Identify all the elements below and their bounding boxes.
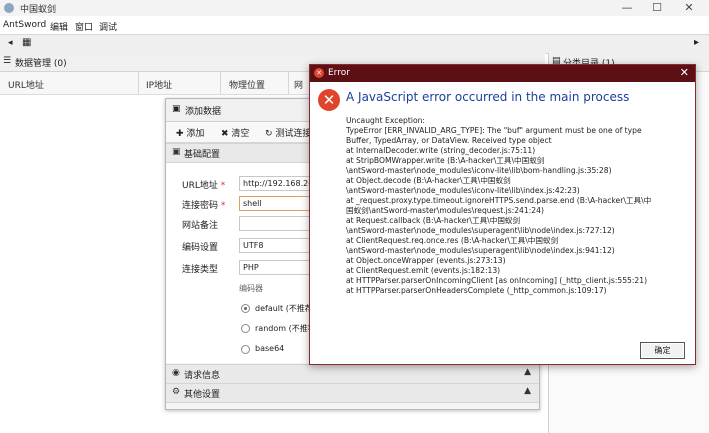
col-note[interactable]: 网 — [294, 78, 303, 91]
minimize-button[interactable]: — — [612, 0, 642, 16]
col-url[interactable]: URL地址 — [8, 78, 44, 91]
clear-icon: ✖ — [221, 129, 229, 139]
add-button[interactable]: ✚ 添加 — [176, 126, 204, 139]
tab-right-arrow-icon[interactable]: ▸ — [694, 37, 699, 48]
encoder-random-radio[interactable] — [241, 324, 250, 333]
encoder-base64-radio[interactable] — [241, 345, 250, 354]
error-line: at Request.callback (B:\A-hacker\工具\中国蚁剑 — [346, 216, 521, 225]
error-line: at ClientRequest.emit (events.js:182:13) — [346, 266, 501, 275]
add-button-label: 添加 — [186, 129, 205, 139]
col-divider — [138, 72, 139, 94]
error-line: at _request.proxy.type.timeout.ignoreHTT… — [346, 196, 652, 205]
menu-antsword[interactable]: AntSword — [3, 20, 46, 30]
basic-config-label: 基础配置 — [184, 150, 221, 160]
error-heading: A JavaScript error occurred in the main … — [346, 90, 630, 104]
encoder-default-radio[interactable] — [241, 304, 250, 313]
type-label: 连接类型 — [182, 265, 219, 275]
tab-left-arrow-icon[interactable]: ◂ — [8, 38, 13, 48]
tab-bar: ◂ ▦ ▸ — [0, 34, 709, 54]
error-small-icon: ✕ — [314, 68, 324, 78]
chevron-up-icon: ▲ — [524, 386, 531, 396]
window-titlebar: 中国蚁剑 — ☐ ✕ — [0, 0, 709, 16]
request-icon: ◉ — [172, 368, 180, 378]
password-label: 连接密码 * — [182, 201, 226, 211]
error-line: at ClientRequest.req.once.res (B:\A-hack… — [346, 236, 559, 245]
config-icon: ▣ — [172, 147, 181, 157]
plus-icon: ✚ — [176, 129, 184, 139]
test-connection-button[interactable]: ↻ 测试连接 — [265, 126, 311, 139]
request-info-label: 请求信息 — [184, 371, 221, 381]
maximize-button[interactable]: ☐ — [642, 0, 672, 16]
encoder-base64-label: base64 — [255, 344, 285, 353]
window-icon: ▣ — [172, 104, 181, 114]
clear-button-label: 清空 — [231, 129, 250, 139]
error-line: TypeError [ERR_INVALID_ARG_TYPE]: The "b… — [346, 126, 642, 135]
add-dialog-title: 添加数据 — [185, 107, 222, 117]
error-line: \antSword-master\node_modules\superagent… — [346, 246, 615, 255]
data-panel-title: 数据管理 (0) — [15, 59, 67, 69]
menu-bar: AntSword 编辑 窗口 调试 — [0, 16, 709, 34]
error-line: \antSword-master\node_modules\superagent… — [346, 226, 615, 235]
note-label: 网站备注 — [182, 221, 219, 231]
app-logo-icon — [4, 3, 14, 13]
menu-edit[interactable]: 编辑 — [50, 20, 68, 33]
encoding-label: 编码设置 — [182, 243, 219, 253]
error-line: at StripBOMWrapper.write (B:\A-hacker\工具… — [346, 156, 545, 165]
error-line: 国蚁剑\antSword-master\modules\request.js:2… — [346, 206, 544, 215]
error-line: at HTTPParser.parserOnIncomingClient [as… — [346, 276, 648, 285]
error-line: \antSword-master\node_modules\iconv-lite… — [346, 186, 580, 195]
error-line: at HTTPParser.parserOnHeadersComplete (_… — [346, 286, 607, 295]
encoder-random-label: random (不推荐 — [255, 324, 316, 333]
other-settings-section-header[interactable]: ⚙ 其他设置 ▲ — [166, 383, 539, 403]
menu-window[interactable]: 窗口 — [75, 20, 93, 33]
col-ip[interactable]: IP地址 — [146, 78, 172, 91]
clear-button[interactable]: ✖ 清空 — [221, 126, 249, 139]
error-dialog-titlebar: ✕ Error ✕ — [310, 65, 695, 82]
col-divider — [288, 72, 289, 94]
error-dialog: ✕ Error ✕ ✕ A JavaScript error occurred … — [309, 64, 696, 365]
close-window-button[interactable]: ✕ — [674, 0, 704, 16]
error-line: Buffer, TypedArray, or DataView. Receive… — [346, 136, 552, 145]
col-location[interactable]: 物理位置 — [229, 78, 265, 91]
other-settings-label: 其他设置 — [184, 390, 221, 400]
error-line: at InternalDecoder.write (string_decoder… — [346, 146, 536, 155]
url-label: URL地址 * — [182, 181, 226, 191]
tab-home-grid-icon[interactable]: ▦ — [22, 37, 31, 48]
col-divider — [220, 72, 221, 94]
error-line: at Object.decode (B:\A-hacker\工具\中国蚁剑 — [346, 176, 511, 185]
chevron-up-icon: ▲ — [524, 367, 531, 377]
request-info-section-header[interactable]: ◉ 请求信息 ▲ — [166, 364, 539, 384]
error-dialog-title: Error — [328, 68, 350, 78]
ok-button[interactable]: 确定 — [640, 342, 685, 359]
error-line: \antSword-master\node_modules\iconv-lite… — [346, 166, 612, 175]
error-stacktrace: Uncaught Exception: TypeError [ERR_INVALI… — [346, 116, 691, 296]
error-line: at Object.onceWrapper (events.js:273:13) — [346, 256, 506, 265]
list-icon: ☰ — [3, 56, 12, 66]
encoder-default-label: default (不推荐 — [255, 304, 313, 313]
menu-debug[interactable]: 调试 — [99, 20, 117, 33]
refresh-icon: ↻ — [265, 129, 273, 139]
gears-icon: ⚙ — [172, 387, 181, 397]
error-icon: ✕ — [318, 89, 340, 111]
error-line: Uncaught Exception: — [346, 116, 425, 125]
close-dialog-button[interactable]: ✕ — [680, 66, 689, 79]
window-title: 中国蚁剑 — [20, 5, 57, 15]
encoder-legend: 编码器 — [239, 284, 263, 293]
test-connection-label: 测试连接 — [275, 129, 312, 139]
